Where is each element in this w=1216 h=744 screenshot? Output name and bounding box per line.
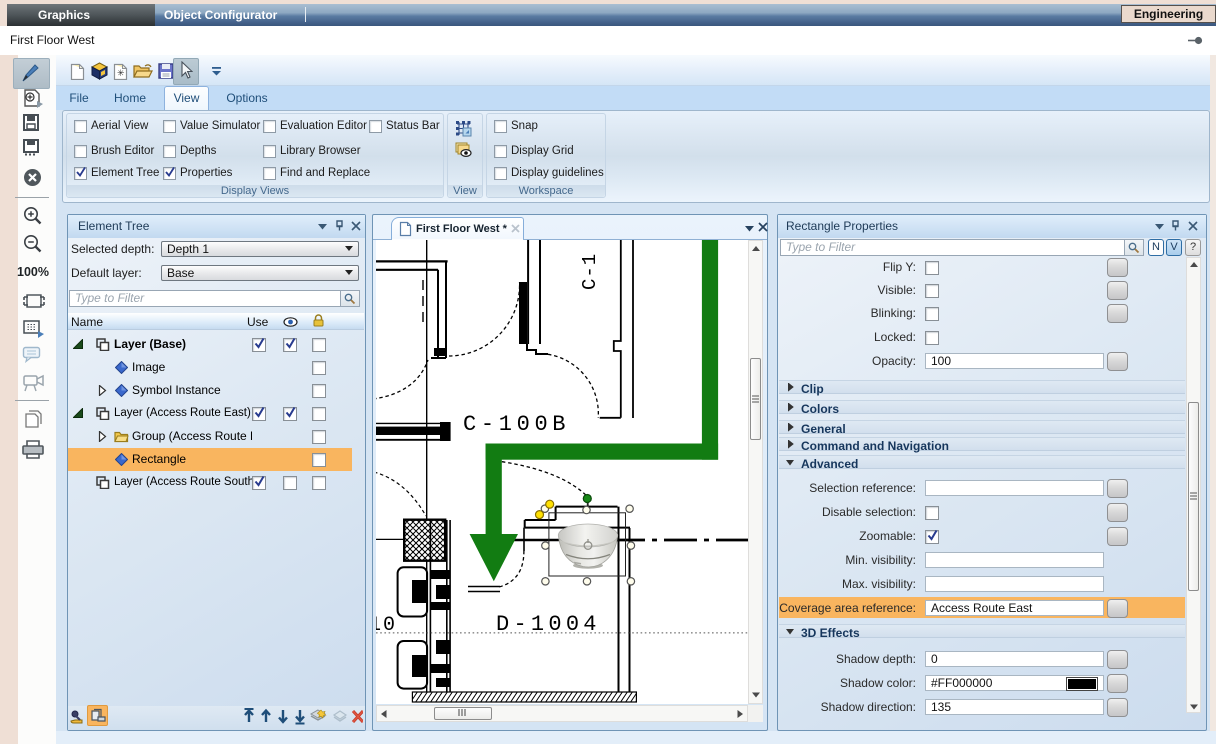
svg-text:10: 10 (376, 614, 397, 637)
svg-text:C-1: C-1 (579, 253, 601, 290)
svg-text:✳: ✳ (117, 68, 125, 78)
svg-text:C-100B: C-100B (463, 412, 567, 437)
